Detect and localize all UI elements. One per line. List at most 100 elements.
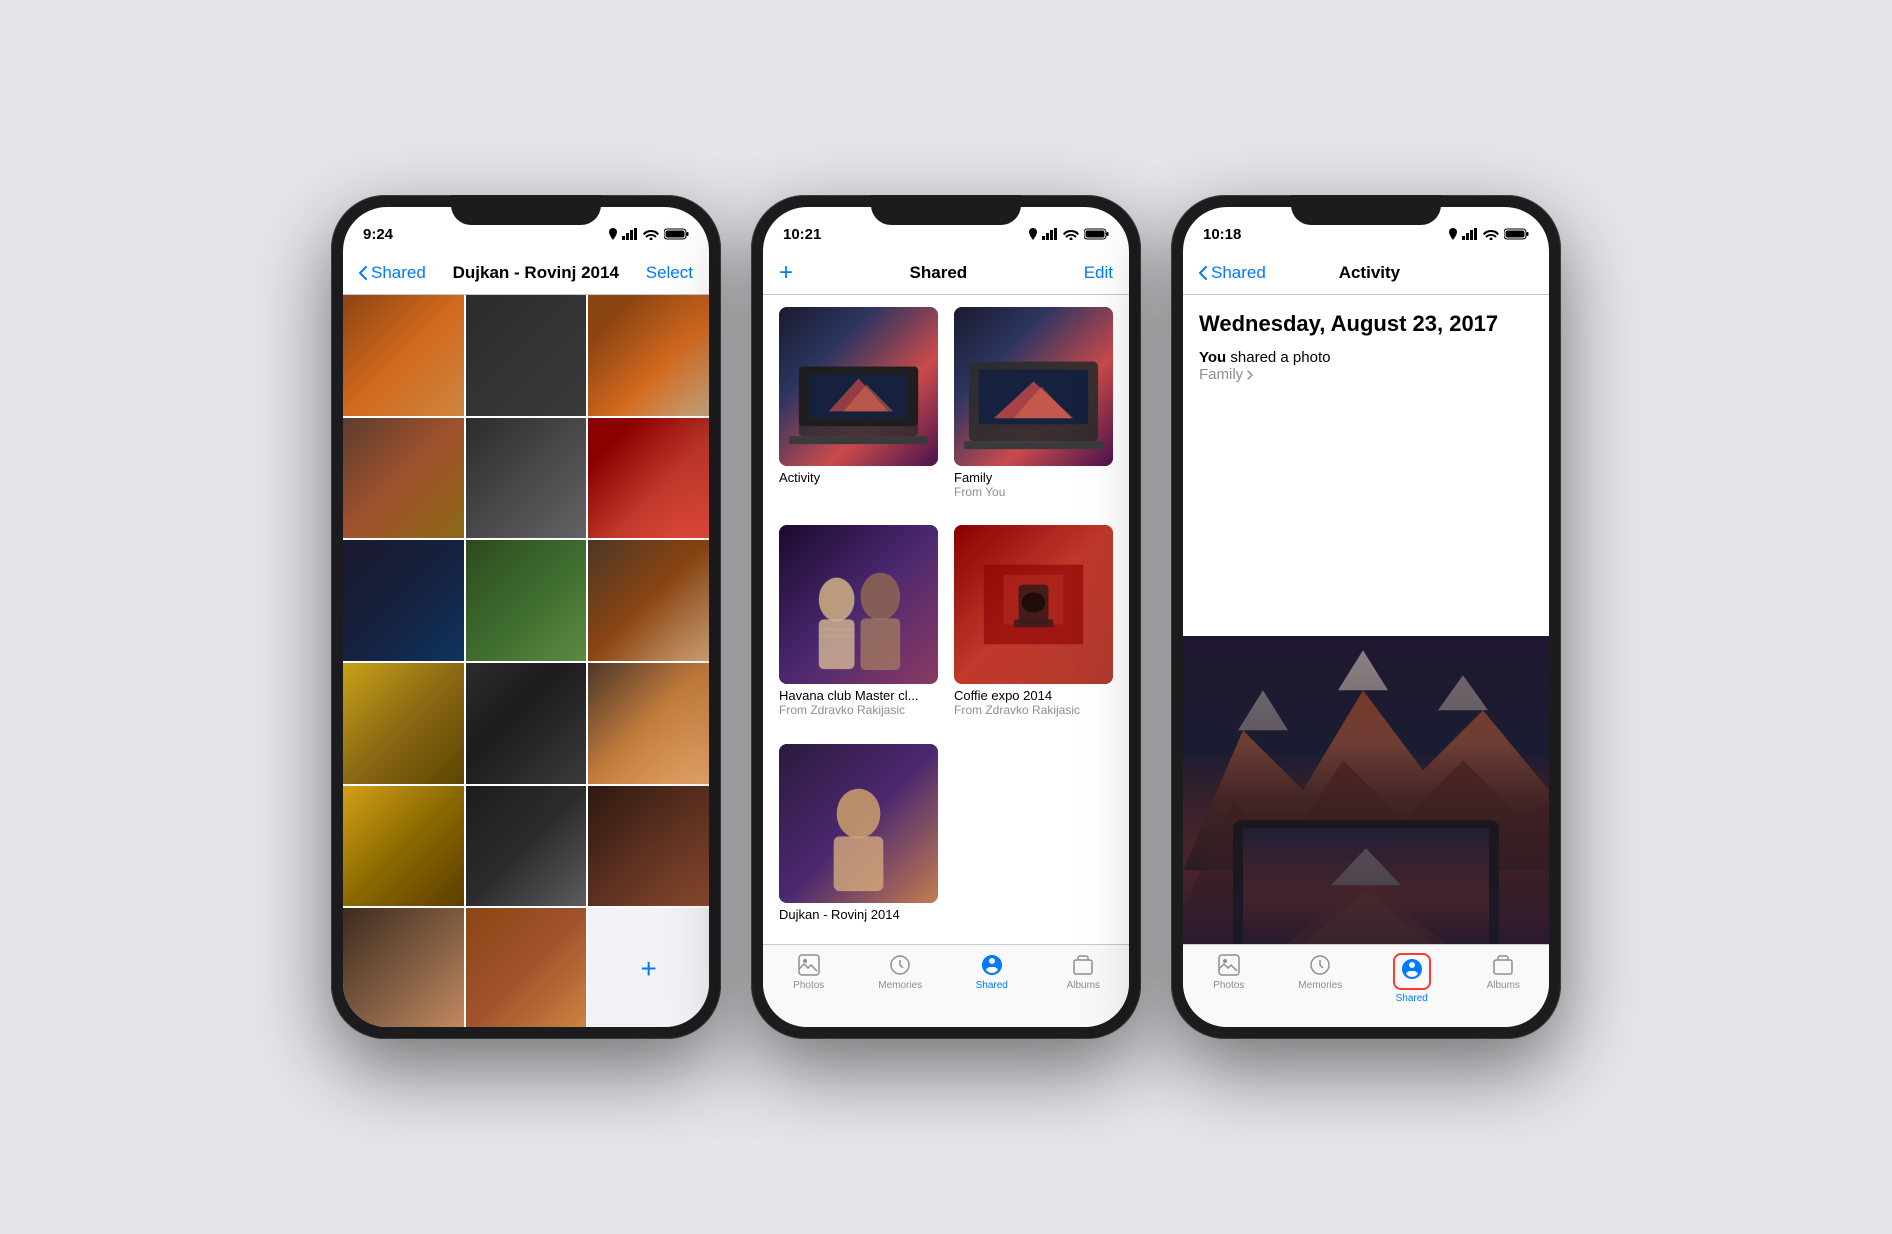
wifi-icon-3 bbox=[1483, 228, 1499, 240]
album-thumb-family bbox=[954, 307, 1113, 466]
add-album-button[interactable]: + bbox=[779, 261, 793, 285]
photo-cell-12[interactable] bbox=[588, 663, 709, 784]
location-icon bbox=[609, 228, 617, 240]
select-button[interactable]: Select bbox=[646, 263, 693, 283]
status-icons-3 bbox=[1449, 228, 1529, 240]
photos-icon-3 bbox=[1217, 953, 1241, 977]
photo-cell-6[interactable] bbox=[588, 418, 709, 539]
albums-content: Activity bbox=[763, 295, 1129, 944]
phone-1: 9:24 Shared Dujkan - Rovinj 2014 Select bbox=[331, 195, 721, 1039]
screen-2: 10:21 + Shared Edit bbox=[763, 207, 1129, 1027]
activity-photo[interactable] bbox=[1183, 636, 1549, 945]
status-time-3: 10:18 bbox=[1203, 226, 1241, 243]
tab-albums-3[interactable]: Albums bbox=[1458, 953, 1550, 991]
tab-shared-2[interactable]: Shared bbox=[946, 953, 1038, 991]
add-photo-cell[interactable]: + bbox=[588, 908, 709, 1027]
tab-photos-2[interactable]: Photos bbox=[763, 953, 855, 991]
battery-icon-2 bbox=[1084, 228, 1109, 240]
nav-title-3: Activity bbox=[1339, 263, 1400, 283]
shared-icon-2 bbox=[980, 953, 1004, 977]
album-name-family: Family bbox=[954, 470, 1113, 485]
tab-shared-label-3: Shared bbox=[1396, 993, 1428, 1004]
album-item-havana[interactable]: Havana club Master cl... From Zdravko Ra… bbox=[779, 525, 938, 727]
back-button-3[interactable]: Shared bbox=[1199, 263, 1266, 283]
signal-icon-2 bbox=[1042, 228, 1058, 240]
album-name-dujkan: Dujkan - Rovinj 2014 bbox=[779, 907, 938, 922]
status-icons-2 bbox=[1029, 228, 1109, 240]
notch-1 bbox=[451, 195, 601, 225]
album-sub-coffie: From Zdravko Rakijasic bbox=[954, 703, 1113, 717]
photos-icon-2 bbox=[797, 953, 821, 977]
tab-memories-2[interactable]: Memories bbox=[855, 953, 947, 991]
photo-cell-9[interactable] bbox=[588, 540, 709, 661]
album-item-dujkan[interactable]: Dujkan - Rovinj 2014 bbox=[779, 744, 938, 932]
tab-albums-label-2: Albums bbox=[1067, 980, 1100, 991]
chevron-left-icon bbox=[359, 266, 367, 280]
notch-3 bbox=[1291, 195, 1441, 225]
album-thumb-havana bbox=[779, 525, 938, 684]
photo-cell-14[interactable] bbox=[466, 786, 587, 907]
photo-grid: + bbox=[343, 295, 709, 1027]
photo-cell-3[interactable] bbox=[588, 295, 709, 416]
tab-photos-3[interactable]: Photos bbox=[1183, 953, 1275, 991]
signal-icon bbox=[622, 228, 638, 240]
shared-highlight-box bbox=[1393, 953, 1431, 990]
photo-cell-7[interactable] bbox=[343, 540, 464, 661]
activity-album-link[interactable]: Family bbox=[1199, 366, 1533, 383]
nav-title-2: Shared bbox=[910, 263, 968, 283]
album-sub-havana: From Zdravko Rakijasic bbox=[779, 703, 938, 717]
tab-bar-2: Photos Memories Shared Albums bbox=[763, 944, 1129, 1027]
signal-icon-3 bbox=[1462, 228, 1478, 240]
photo-cell-2[interactable] bbox=[466, 295, 587, 416]
photo-cell-13[interactable] bbox=[343, 786, 464, 907]
location-icon-2 bbox=[1029, 228, 1037, 240]
tab-photos-label-3: Photos bbox=[1213, 980, 1244, 991]
tab-shared-3[interactable]: Shared bbox=[1366, 953, 1458, 1004]
phone-2: 10:21 + Shared Edit bbox=[751, 195, 1141, 1039]
photo-cell-17[interactable] bbox=[466, 908, 587, 1027]
activity-date: Wednesday, August 23, 2017 bbox=[1199, 311, 1533, 337]
memories-icon-3 bbox=[1308, 953, 1332, 977]
activity-you: You bbox=[1199, 349, 1226, 366]
album-thumb-dujkan bbox=[779, 744, 938, 903]
activity-item: You shared a photo Family bbox=[1199, 349, 1533, 383]
tab-memories-label-3: Memories bbox=[1298, 980, 1342, 991]
photo-cell-8[interactable] bbox=[466, 540, 587, 661]
photo-scroll[interactable]: + 69 Photos From You Photos People bbox=[343, 295, 709, 1027]
album-name-coffie: Coffie expo 2014 bbox=[954, 688, 1113, 703]
battery-icon-3 bbox=[1504, 228, 1529, 240]
tab-photos-label-2: Photos bbox=[793, 980, 824, 991]
photo-cell-15[interactable] bbox=[588, 786, 709, 907]
tab-albums-2[interactable]: Albums bbox=[1038, 953, 1130, 991]
status-icons-1 bbox=[609, 228, 689, 240]
album-item-family[interactable]: Family From You bbox=[954, 307, 1113, 509]
photo-cell-11[interactable] bbox=[466, 663, 587, 784]
album-item-coffie[interactable]: Coffie expo 2014 From Zdravko Rakijasic bbox=[954, 525, 1113, 727]
screen-1: 9:24 Shared Dujkan - Rovinj 2014 Select bbox=[343, 207, 709, 1027]
photo-cell-4[interactable] bbox=[343, 418, 464, 539]
shared-icon-3 bbox=[1400, 957, 1424, 981]
album-item-activity[interactable]: Activity bbox=[779, 307, 938, 509]
wifi-icon bbox=[643, 228, 659, 240]
photo-cell-1[interactable] bbox=[343, 295, 464, 416]
location-icon-3 bbox=[1449, 228, 1457, 240]
photo-cell-5[interactable] bbox=[466, 418, 587, 539]
activity-description: You shared a photo bbox=[1199, 349, 1533, 366]
back-button-1[interactable]: Shared bbox=[359, 263, 426, 283]
album-sub-family: From You bbox=[954, 485, 1113, 499]
tab-bar-3: Photos Memories Shared Albums bbox=[1183, 944, 1549, 1027]
add-plus-icon: + bbox=[640, 953, 656, 985]
nav-bar-1: Shared Dujkan - Rovinj 2014 Select bbox=[343, 251, 709, 295]
album-thumb-coffie bbox=[954, 525, 1113, 684]
photo-cell-16[interactable] bbox=[343, 908, 464, 1027]
albums-icon-3 bbox=[1491, 953, 1515, 977]
albums-scroll[interactable]: Activity bbox=[763, 295, 1129, 944]
edit-button[interactable]: Edit bbox=[1084, 263, 1113, 283]
status-time-1: 9:24 bbox=[363, 226, 393, 243]
tab-albums-label-3: Albums bbox=[1487, 980, 1520, 991]
photo-cell-10[interactable] bbox=[343, 663, 464, 784]
notch-2 bbox=[871, 195, 1021, 225]
tab-memories-3[interactable]: Memories bbox=[1275, 953, 1367, 991]
album-name-activity: Activity bbox=[779, 470, 938, 485]
phone-3: 10:18 Shared Activity Wednesday, bbox=[1171, 195, 1561, 1039]
